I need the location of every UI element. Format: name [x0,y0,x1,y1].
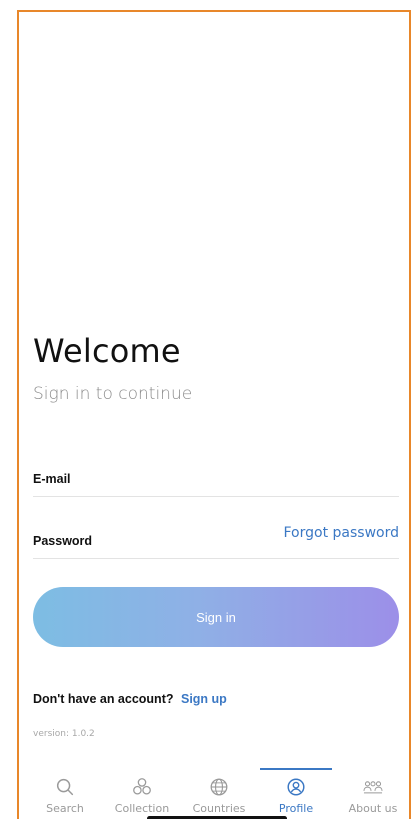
password-label: Password [33,534,93,548]
people-icon [363,781,383,794]
sign-in-label: Sign in [196,609,236,625]
search-icon [56,778,74,796]
tab-label-countries: Countries [192,802,246,815]
tab-label-collection: Collection [114,802,170,815]
password-field[interactable] [123,532,283,554]
tab-countries[interactable]: Countries [187,768,251,819]
password-underline [33,558,399,559]
tab-about-us[interactable]: About us [341,768,405,819]
tab-search[interactable]: Search [33,768,97,819]
tab-label-about-us: About us [348,802,398,815]
tab-label-search: Search [46,802,84,815]
tab-label-profile: Profile [278,802,314,815]
signup-row: Don't have an account? Sign up [33,692,227,706]
profile-icon [287,778,305,796]
collection-icon [133,778,151,795]
email-label: E-mail [33,472,71,486]
tab-collection[interactable]: Collection [110,768,174,819]
sign-in-button[interactable]: Sign in [33,587,399,647]
login-content: Welcome Sign in to continue E-mail Passw… [33,12,399,819]
email-field[interactable] [123,470,283,492]
bottom-tab-bar: Search Collection Countries Profile Abou… [19,768,409,819]
signup-prompt: Don't have an account? [33,692,174,706]
page-subtitle: Sign in to continue [33,384,193,404]
version-text: version: 1.0.2 [33,729,95,739]
active-tab-indicator [260,768,332,770]
app-frame: Welcome Sign in to continue E-mail Passw… [17,10,411,819]
sign-up-link[interactable]: Sign up [181,692,227,706]
globe-icon [210,778,228,796]
tab-profile[interactable]: Profile [260,768,332,819]
page-title: Welcome [33,332,181,370]
email-underline [33,496,399,497]
forgot-password-link[interactable]: Forgot password [284,525,400,541]
